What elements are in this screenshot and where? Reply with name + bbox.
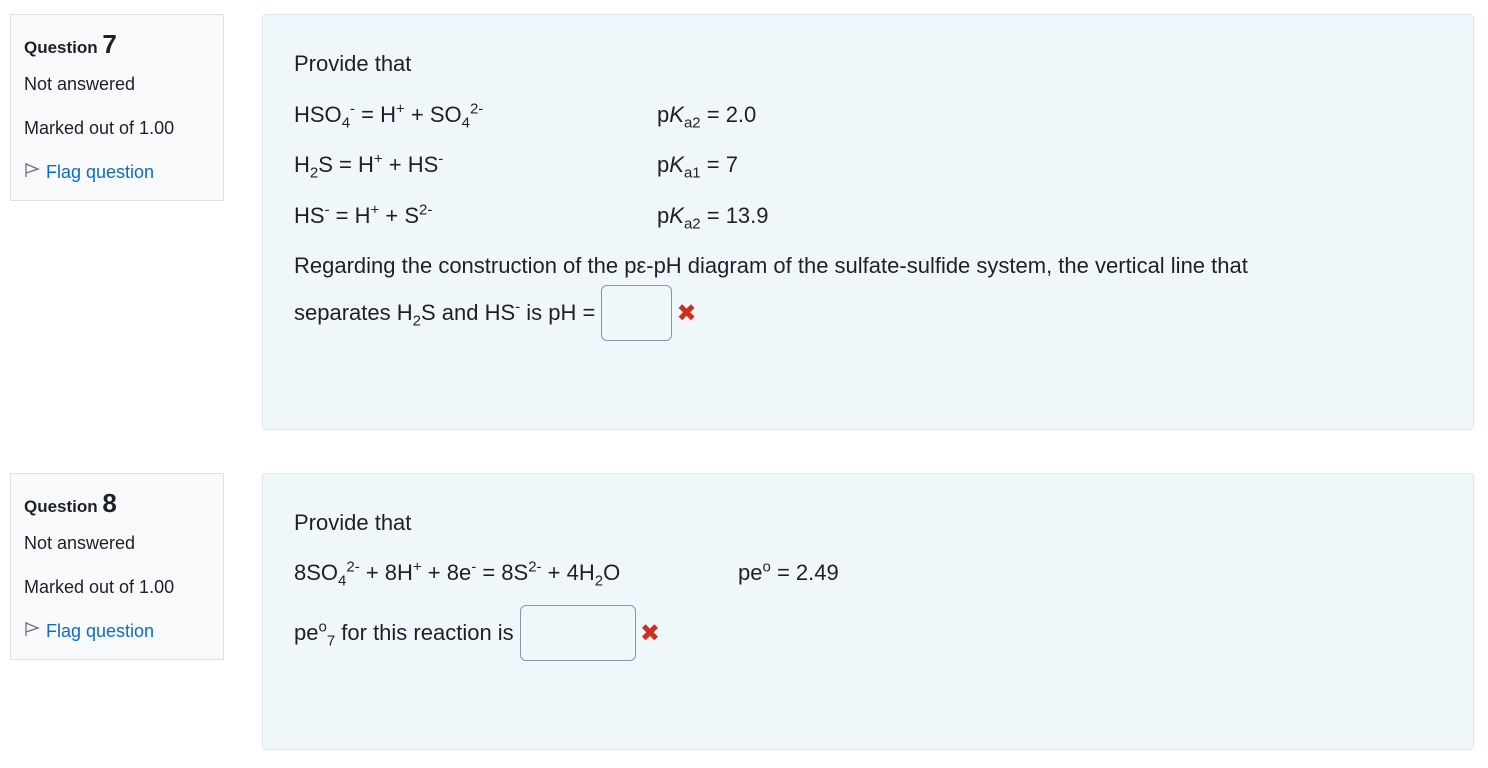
- flag-question-label: Flag question: [46, 162, 155, 182]
- question-grade: Marked out of 1.00: [24, 577, 175, 597]
- answer-input[interactable]: [519, 605, 636, 661]
- question-grade: Marked out of 1.00: [24, 118, 175, 138]
- answer-input[interactable]: [601, 285, 673, 341]
- incorrect-icon: ✖: [639, 619, 660, 647]
- question-state: Not answered: [24, 74, 136, 94]
- flag-icon: [24, 162, 40, 183]
- reaction-3: HS- = H+ + S2-: [294, 201, 433, 228]
- reaction-1-constant: pKa2 = 2.0: [657, 102, 757, 132]
- flag-icon: [24, 621, 40, 642]
- question-prompt: Regarding the construction of the pε-pH …: [294, 253, 1248, 278]
- question-content-7: Provide that HSO4- = H+ + SO42- pKa2 = 2…: [262, 14, 1474, 430]
- flag-question-link[interactable]: Flag question: [24, 621, 210, 642]
- question-info-8: Question 8 Not answered Marked out of 1.…: [10, 473, 224, 660]
- reaction-3-constant: pKa2 = 13.9: [657, 203, 769, 233]
- question-content-8: Provide that 8SO42- + 8H+ + 8e- = 8S2- +…: [262, 473, 1474, 750]
- reaction-constant: peo = 2.49: [738, 558, 839, 585]
- reaction: 8SO42- + 8H+ + 8e- = 8S2- + 4H2O: [294, 558, 621, 590]
- question-info-7: Question 7 Not answered Marked out of 1.…: [10, 14, 224, 201]
- reaction-1: HSO4- = H+ + SO42-: [294, 100, 484, 132]
- question-prompt-answer-line: separates H2S and HS- is pH = ✖: [294, 285, 697, 341]
- question-number: Question 7: [24, 29, 117, 59]
- flag-question-link[interactable]: Flag question: [24, 162, 210, 183]
- question-number: Question 8: [24, 488, 117, 518]
- question-intro: Provide that: [294, 510, 412, 535]
- incorrect-icon: ✖: [676, 299, 697, 327]
- question-state: Not answered: [24, 533, 136, 553]
- reaction-2-constant: pKa1 = 7: [657, 152, 738, 182]
- question-intro: Provide that: [294, 51, 412, 76]
- question-prompt-answer-line: peo7 for this reaction is ✖: [294, 605, 660, 661]
- flag-question-label: Flag question: [46, 621, 155, 641]
- reaction-2: H2S = H+ + HS-: [294, 150, 444, 182]
